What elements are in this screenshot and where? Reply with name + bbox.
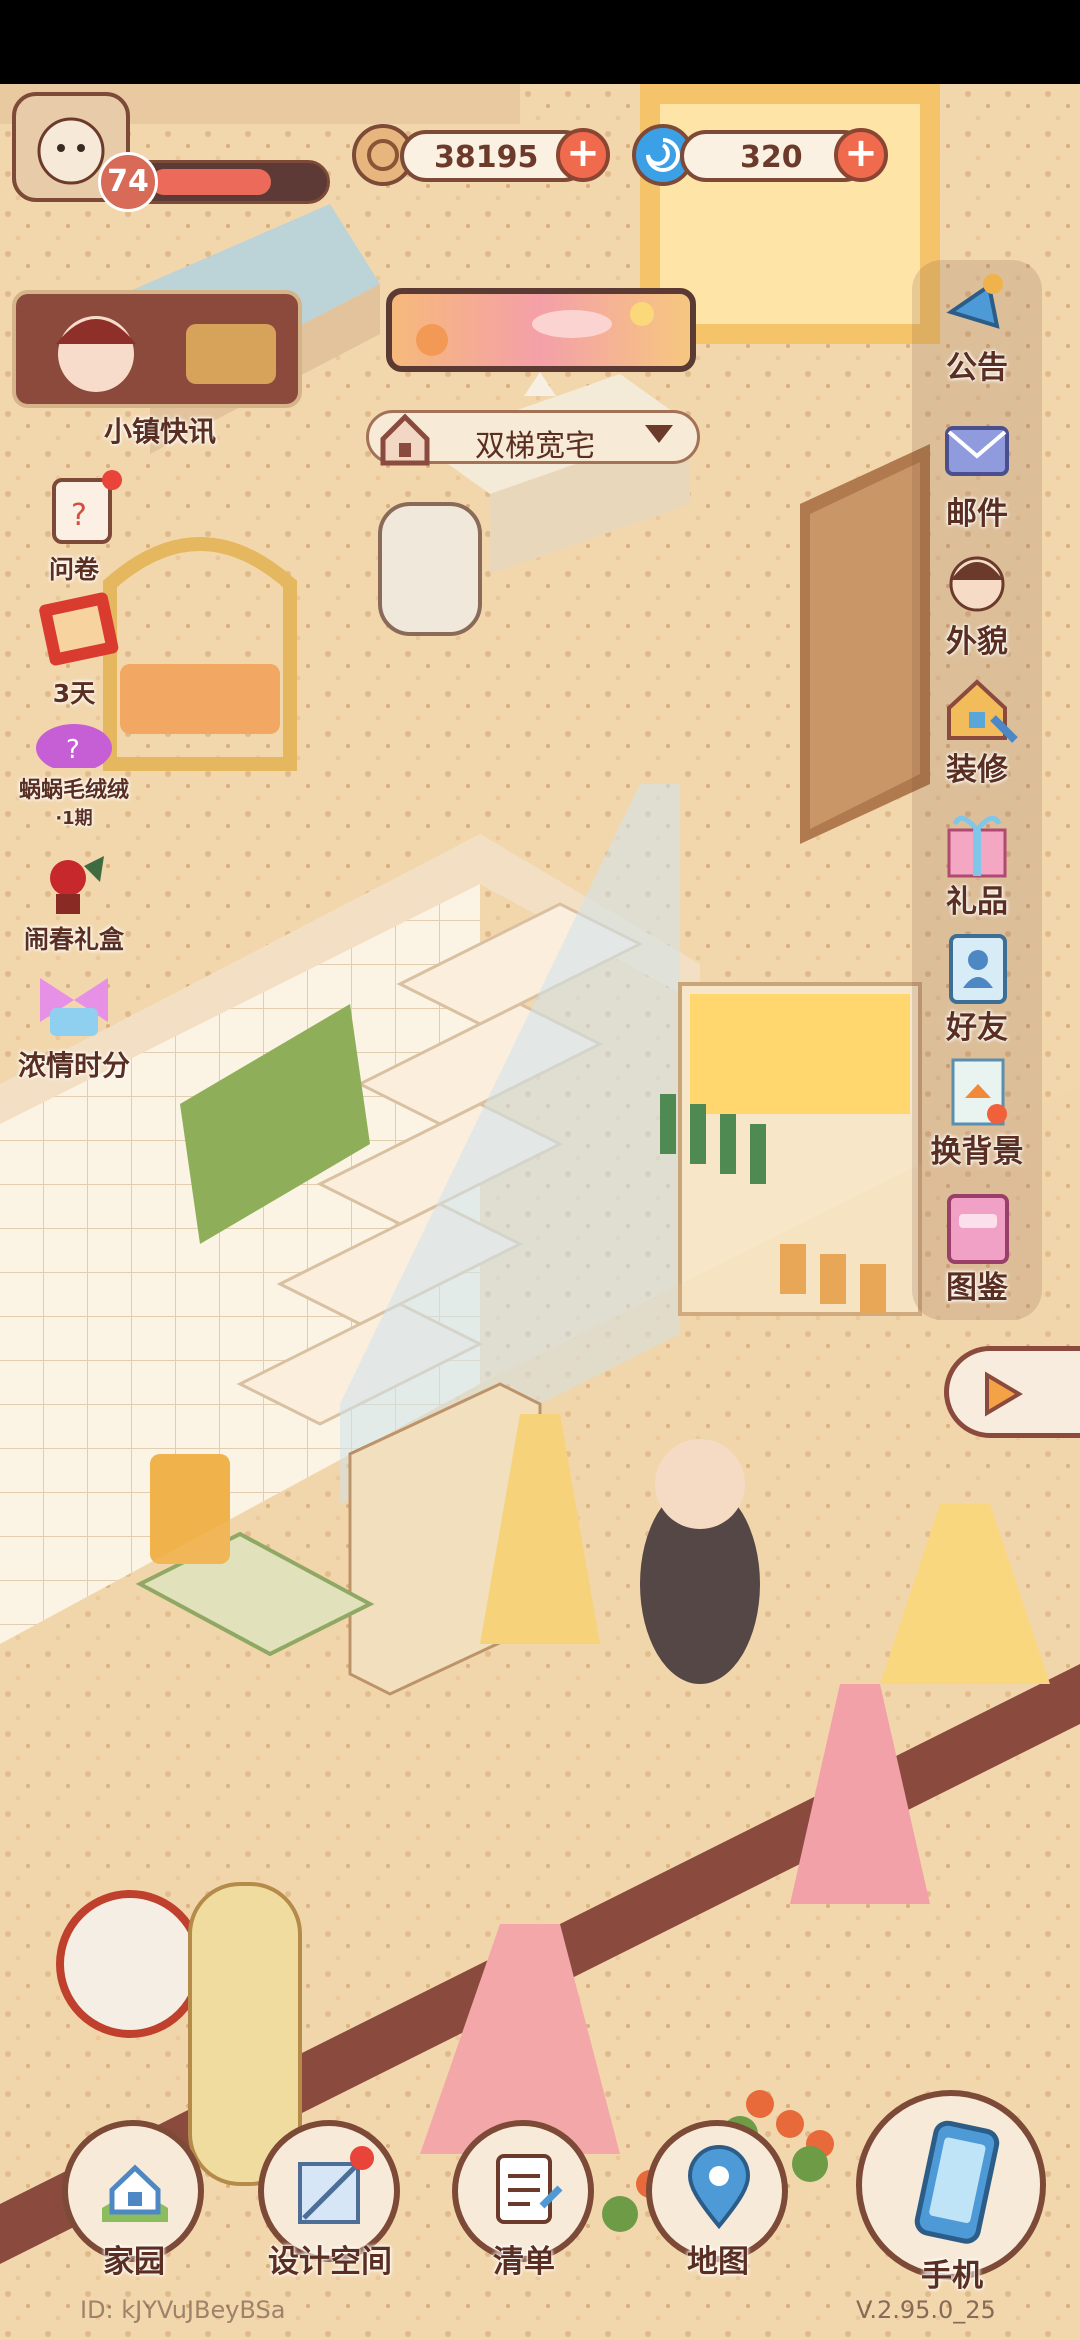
megaphone-icon xyxy=(946,274,1003,329)
right-item-appearance[interactable]: 外貌 xyxy=(912,540,1042,661)
background-icon xyxy=(951,1058,1007,1126)
right-item-background[interactable]: 换背景 xyxy=(912,1050,1042,1171)
news-card[interactable] xyxy=(12,290,302,408)
exp-bar-fill xyxy=(151,169,271,195)
svg-text:?: ? xyxy=(71,498,87,533)
play-arrow-icon xyxy=(985,1371,1023,1417)
left-item-spring-gift[interactable]: 闹春礼盒 xyxy=(4,846,144,956)
weather-pointer-icon xyxy=(524,372,556,396)
right-item-album[interactable]: 图鉴 xyxy=(912,1186,1042,1307)
gift-icon xyxy=(947,815,1007,878)
list-icon xyxy=(496,2154,563,2224)
news-label: 小镇快讯 xyxy=(103,415,216,448)
add-gems-button[interactable]: + xyxy=(834,128,888,182)
map-pin-icon xyxy=(687,2145,751,2230)
player-id: ID: kJYVuJBeyBSa xyxy=(80,2296,286,2324)
survey-icon: ? xyxy=(52,470,122,544)
coin-count: 38195 xyxy=(434,140,539,175)
house-selector[interactable]: 双梯宽宅 xyxy=(366,410,700,466)
weather-card[interactable] xyxy=(386,288,696,372)
album-icon xyxy=(947,1194,1009,1264)
home-icon xyxy=(102,2164,168,2222)
friends-icon xyxy=(949,934,1007,1004)
right-item-mail[interactable]: 邮件 xyxy=(912,412,1042,533)
event-3days-label: 3天 xyxy=(52,679,96,708)
nav-home-label: 家园 xyxy=(103,2244,165,2280)
plush-gacha-icon: ? xyxy=(36,724,112,772)
chevron-down-icon xyxy=(645,425,673,443)
right-item-gift[interactable]: 礼品 xyxy=(912,800,1042,921)
expand-panel-button[interactable] xyxy=(944,1346,1080,1438)
calendar-event-icon xyxy=(39,592,119,666)
version-label: V.2.95.0_25 xyxy=(856,2296,996,2324)
left-item-event-3days[interactable]: 3天 xyxy=(14,590,134,710)
phone-icon xyxy=(914,2120,1000,2244)
appearance-icon xyxy=(949,556,1005,612)
nav-map-label: 地图 xyxy=(687,2244,749,2280)
mail-icon xyxy=(945,426,1009,476)
design-icon xyxy=(298,2146,374,2224)
right-item-announcement[interactable]: 公告 xyxy=(912,266,1042,387)
house-icon xyxy=(380,413,430,466)
status-bar xyxy=(0,0,1080,84)
love-moment-label: 浓情时分 xyxy=(17,1049,130,1082)
nav-list-label: 清单 xyxy=(493,2244,555,2280)
nav-phone-label: 手机 xyxy=(921,2258,983,2294)
left-item-survey[interactable]: ? 问卷 xyxy=(14,470,134,586)
add-coins-button[interactable]: + xyxy=(556,128,610,182)
level-badge: 74 xyxy=(98,152,158,212)
survey-label: 问卷 xyxy=(48,555,99,584)
right-item-friends[interactable]: 好友 xyxy=(912,926,1042,1047)
nav-design-label: 设计空间 xyxy=(268,2244,392,2280)
left-item-plush[interactable]: ? 蜗蜗毛绒绒 ·1期 xyxy=(4,718,144,830)
left-item-love-moment[interactable]: 浓情时分 xyxy=(4,964,144,1084)
decorate-icon xyxy=(947,679,1018,743)
news-character-icon xyxy=(56,316,276,392)
plush-sub: ·1期 xyxy=(55,808,93,829)
spring-gift-label: 闹春礼盒 xyxy=(23,925,124,954)
bow-event-icon xyxy=(40,978,108,1036)
plush-label: 蜗蜗毛绒绒 xyxy=(18,778,129,803)
svg-text:?: ? xyxy=(66,735,80,765)
sun-cloud-icon xyxy=(416,302,654,356)
gem-count: 320 xyxy=(740,140,803,175)
house-name: 双梯宽宅 xyxy=(475,429,595,464)
right-item-decorate[interactable]: 装修 xyxy=(912,668,1042,789)
spring-gift-box-icon xyxy=(50,856,104,914)
